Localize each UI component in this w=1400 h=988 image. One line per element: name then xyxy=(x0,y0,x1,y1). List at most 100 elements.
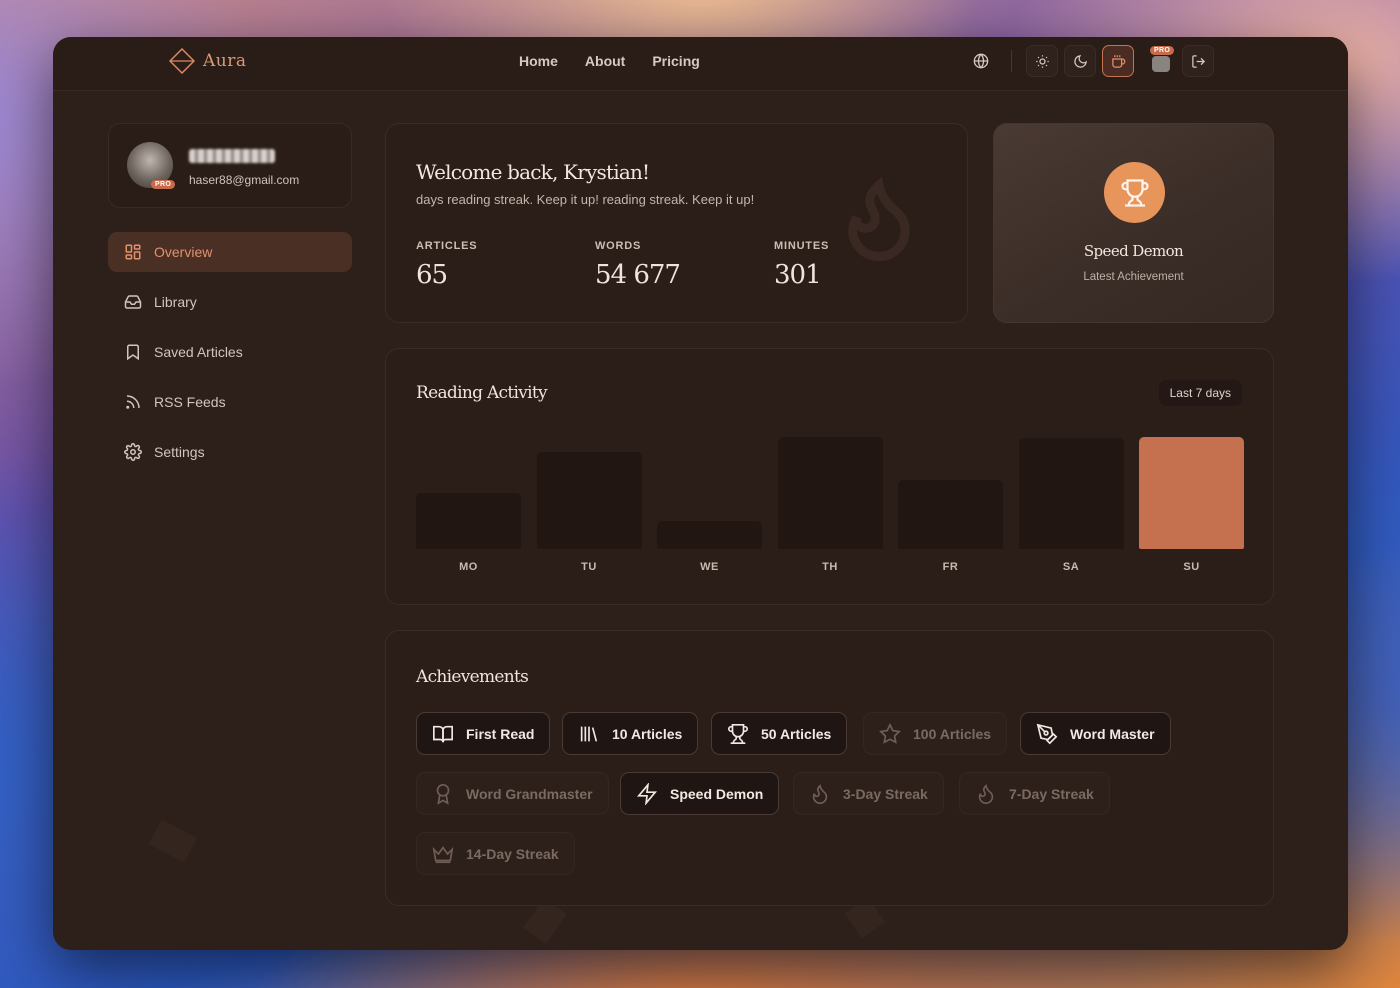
range-selector[interactable]: Last 7 days xyxy=(1158,380,1242,406)
avatar: PRO xyxy=(127,142,176,189)
coffee-cup-icon xyxy=(1111,54,1125,68)
stat-value: 301 xyxy=(774,260,822,290)
sidebar-item-saved-articles[interactable]: Saved Articles xyxy=(108,332,352,372)
grid-icon xyxy=(125,244,141,260)
achievement-word-grandmaster[interactable]: Word Grandmaster xyxy=(416,772,609,815)
library-icon xyxy=(580,726,598,742)
chart-bar-th xyxy=(777,437,883,549)
stat-label: MINUTES xyxy=(774,240,830,252)
stat-minutes: MINUTES 301 xyxy=(774,240,829,290)
logout-button[interactable] xyxy=(1182,45,1214,77)
language-button[interactable] xyxy=(965,45,997,77)
achievement-label: First Read xyxy=(466,725,535,742)
achievement-first-read[interactable]: First Read xyxy=(416,712,551,755)
chart-x-tick-label: SA xyxy=(1062,561,1080,573)
brand-name: Aura xyxy=(203,51,247,71)
avatar xyxy=(1152,56,1170,72)
crown-icon xyxy=(432,845,454,863)
sidebar-item-label: Library xyxy=(154,294,197,310)
chart-bar-su xyxy=(1139,437,1244,549)
achievements-title: Achievements xyxy=(416,667,529,687)
stat-label: ARTICLES xyxy=(416,240,478,252)
globe-icon xyxy=(973,53,989,69)
flame-icon xyxy=(812,783,828,804)
aura-logo-icon xyxy=(169,48,195,74)
achievement-label: 50 Articles xyxy=(761,725,832,742)
profile-card[interactable]: PRO haser88@gmail.com xyxy=(108,123,352,208)
nav-about[interactable]: About xyxy=(585,53,625,69)
achievement-100-articles[interactable]: 100 Articles xyxy=(863,712,1008,755)
light-theme-button[interactable] xyxy=(1026,45,1058,77)
achievement-speed-demon[interactable]: Speed Demon xyxy=(620,772,780,815)
achievement-10-articles[interactable]: 10 Articles xyxy=(562,712,699,755)
chart-x-tick-label: WE xyxy=(700,561,719,573)
pen-tool-icon xyxy=(1036,723,1058,744)
latest-achievement-card[interactable]: Speed Demon Latest Achievement xyxy=(993,123,1274,323)
flame-icon xyxy=(978,783,994,804)
chart-x-tick-label: SU xyxy=(1183,561,1200,573)
moon-icon xyxy=(1073,54,1087,68)
chart-bar-fr xyxy=(898,480,1003,549)
chart-x-tick-label: MO xyxy=(459,561,478,573)
trophy-icon xyxy=(728,723,748,744)
sidebar-item-settings[interactable]: Settings xyxy=(108,432,352,472)
rss-icon xyxy=(126,395,140,409)
coffee-theme-button[interactable] xyxy=(1102,45,1134,77)
sidebar-item-overview[interactable]: Overview xyxy=(108,232,352,272)
achievement-label: 10 Articles xyxy=(612,725,683,742)
chart-bar-sa xyxy=(1018,438,1124,549)
trophy-badge xyxy=(1104,162,1165,223)
stat-value: 54 677 xyxy=(595,260,681,290)
reading-activity-chart xyxy=(416,419,1244,549)
user-avatar-menu[interactable]: PRO xyxy=(1146,46,1176,76)
chart-x-tick-label: TU xyxy=(581,561,597,573)
main-nav: Home About Pricing xyxy=(519,53,700,69)
brand-logo[interactable]: Aura xyxy=(169,48,247,74)
nav-pricing[interactable]: Pricing xyxy=(652,53,699,69)
chart-bar-mo xyxy=(416,493,521,549)
trophy-icon xyxy=(1120,178,1149,207)
sidebar-item-label: RSS Feeds xyxy=(154,394,226,410)
chart-x-tick-label: TH xyxy=(822,561,838,573)
achievement-label: 7-Day Streak xyxy=(1009,785,1094,802)
profile-email: haser88@gmail.com xyxy=(189,173,300,187)
achievement-word-master[interactable]: Word Master xyxy=(1020,712,1171,755)
dark-theme-button[interactable] xyxy=(1064,45,1096,77)
achievement-label: Word Grandmaster xyxy=(466,785,593,802)
sun-icon xyxy=(1035,54,1049,68)
stat-value: 65 xyxy=(416,260,448,290)
chart-bar-we xyxy=(657,521,762,549)
sidebar-item-rss-feeds[interactable]: RSS Feeds xyxy=(108,382,352,422)
top-bar: Aura Home About Pricing PRO xyxy=(53,37,1348,91)
sidebar-item-label: Saved Articles xyxy=(154,344,243,360)
lightning-icon xyxy=(636,782,658,805)
inbox-icon xyxy=(124,295,142,309)
profile-name-redacted xyxy=(189,149,275,163)
welcome-subtitle: days reading streak. Keep it up! reading… xyxy=(416,192,755,207)
sidebar-item-library[interactable]: Library xyxy=(108,282,352,322)
welcome-card: Welcome back, Krystian! days reading str… xyxy=(385,123,968,323)
sidebar-item-label: Settings xyxy=(154,444,205,460)
achievement-label: 3-Day Streak xyxy=(843,785,928,802)
stat-words: WORDS 54 677 xyxy=(595,240,681,290)
latest-achievement-caption: Latest Achievement xyxy=(1083,271,1184,283)
flame-watermark-icon xyxy=(848,176,910,261)
achievement-50-articles[interactable]: 50 Articles xyxy=(711,712,848,755)
app-window: Aura Home About Pricing PRO PRO haser88@… xyxy=(53,37,1348,950)
gear-icon xyxy=(124,443,142,461)
achievement-label: Speed Demon xyxy=(670,785,764,802)
achievement-label: 100 Articles xyxy=(913,725,992,742)
chart-bar-tu xyxy=(536,452,642,549)
reading-activity-card: Reading Activity Last 7 days MO TU WE TH FR S… xyxy=(385,348,1274,605)
achievement-14-day-streak[interactable]: 14-Day Streak xyxy=(416,832,575,875)
topbar-actions: PRO xyxy=(965,45,1214,77)
nav-home[interactable]: Home xyxy=(519,53,558,69)
sidebar-item-label: Overview xyxy=(154,244,213,260)
chart-x-tick-label: FR xyxy=(942,561,959,573)
open-book-icon xyxy=(433,725,453,742)
achievements-card: Achievements First Read 10 Articles 50 A… xyxy=(385,630,1274,906)
decor-shape xyxy=(148,819,198,863)
achievement-7-day-streak[interactable]: 7-Day Streak xyxy=(959,772,1110,815)
latest-achievement-name: Speed Demon xyxy=(1083,242,1184,260)
achievement-3-day-streak[interactable]: 3-Day Streak xyxy=(793,772,944,815)
